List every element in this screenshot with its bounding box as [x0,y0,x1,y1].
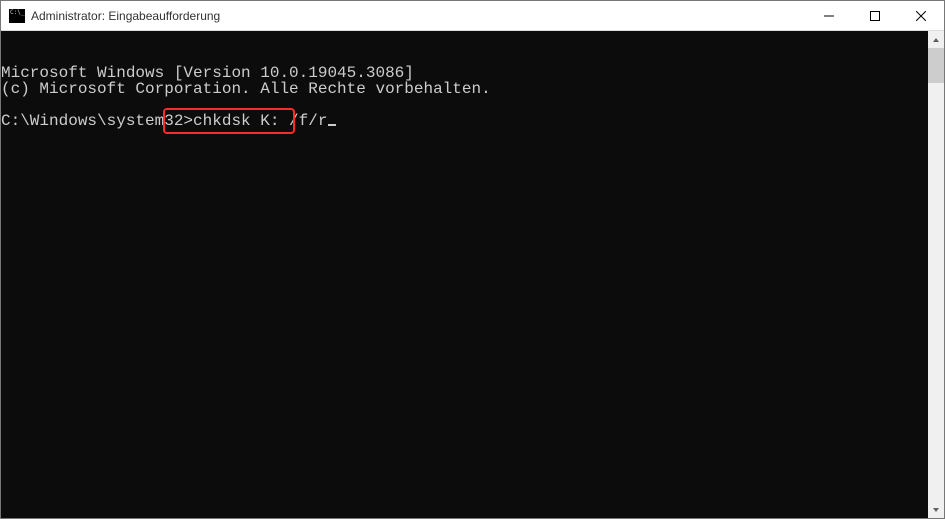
scroll-track[interactable] [928,48,944,501]
terminal-output[interactable]: Microsoft Windows [Version 10.0.19045.30… [1,31,928,518]
titlebar[interactable]: Administrator: Eingabeaufforderung [1,1,944,31]
scroll-thumb[interactable] [928,48,944,83]
prompt-path: C:\Windows\system32> [1,112,193,130]
minimize-icon [824,11,834,21]
terminal-container: Microsoft Windows [Version 10.0.19045.30… [1,31,944,518]
maximize-button[interactable] [852,1,898,30]
vertical-scrollbar[interactable] [928,31,944,518]
minimize-button[interactable] [806,1,852,30]
scroll-up-button[interactable] [928,31,944,48]
prompt-line: C:\Windows\system32>chkdsk K: /f/r [1,113,336,129]
close-button[interactable] [898,1,944,30]
chevron-up-icon [932,36,940,44]
maximize-icon [870,11,880,21]
cursor [328,124,336,126]
window-title: Administrator: Eingabeaufforderung [31,9,806,23]
chevron-down-icon [932,506,940,514]
scroll-down-button[interactable] [928,501,944,518]
command-text: chkdsk K: /f/r [193,112,327,130]
window-frame: Administrator: Eingabeaufforderung Micro… [0,0,945,519]
terminal-line: Microsoft Windows [Version 10.0.19045.30… [1,65,928,81]
window-controls [806,1,944,30]
close-icon [916,11,926,21]
cmd-icon [9,9,25,23]
terminal-line: (c) Microsoft Corporation. Alle Rechte v… [1,81,928,97]
